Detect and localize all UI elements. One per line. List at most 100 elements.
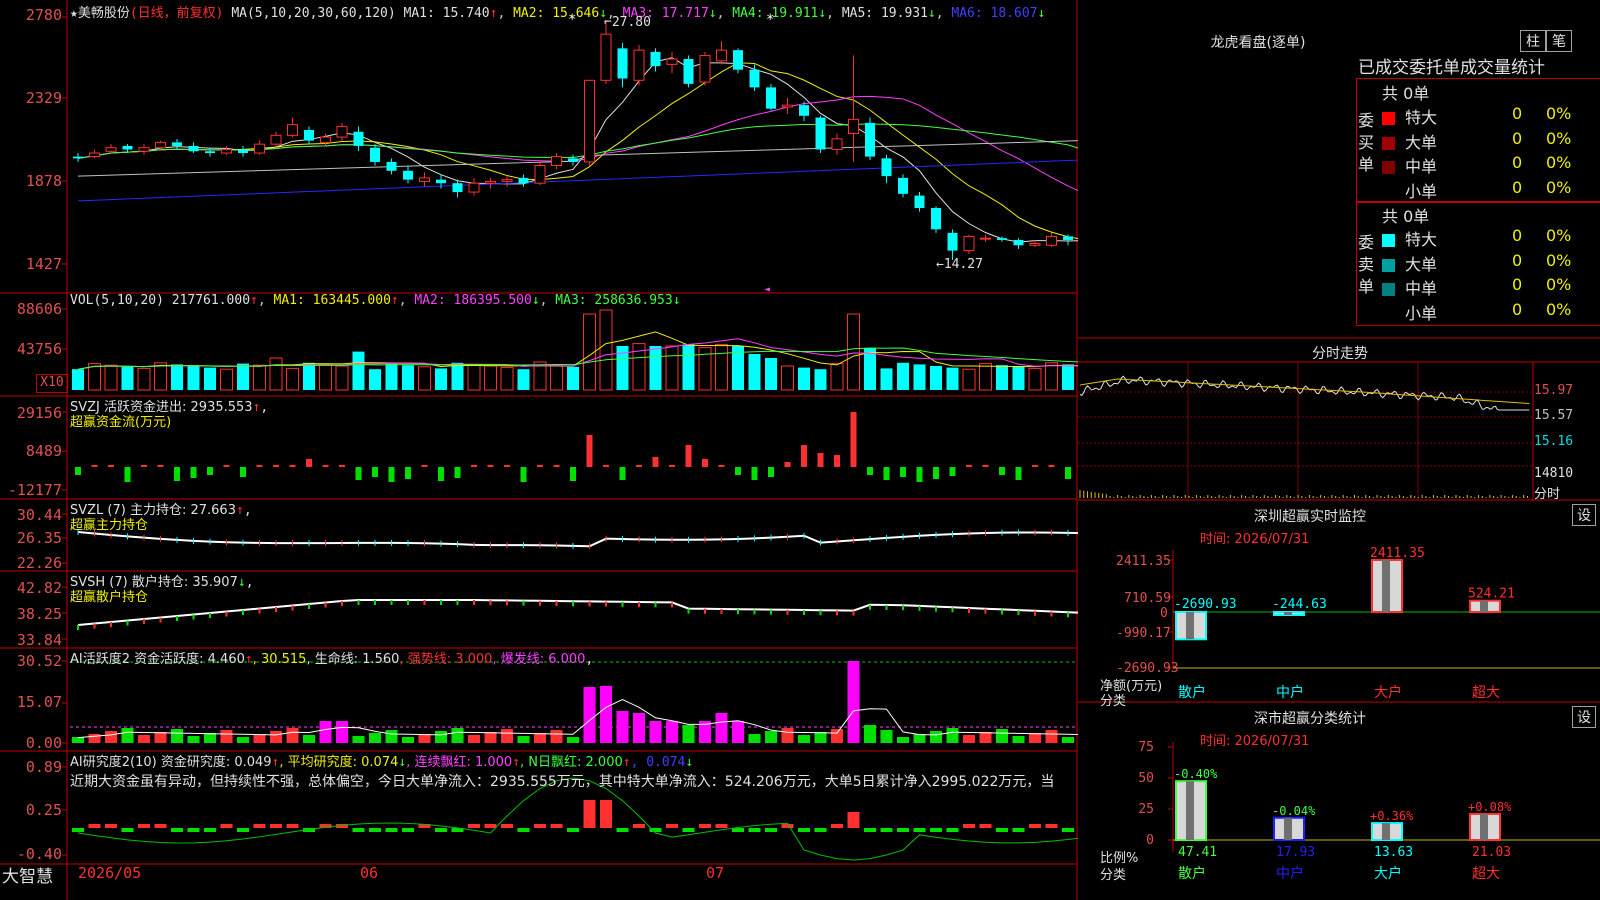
ss-settings-button[interactable]: 设 — [1572, 706, 1596, 728]
candle-body — [254, 143, 265, 154]
volume-bar — [385, 363, 398, 390]
volume-bar — [550, 364, 563, 391]
order-size-count: 0 — [1512, 226, 1523, 245]
ai2-header: AI研究度2(10) 资金研究度: 0.049 ↑ , 平均研究度: 0.074 ↓,… — [70, 751, 693, 770]
ss-ratio-bar — [1175, 780, 1207, 842]
ss-ratio-bar — [1273, 816, 1305, 841]
ai1-arrow: ↑ — [244, 652, 253, 667]
ss-ratio-bar — [1469, 812, 1501, 841]
volume-bar — [979, 363, 992, 391]
order-size-name: 小单 — [1405, 303, 1438, 323]
svzl-axis-label: 22.26 — [16, 554, 62, 572]
research-bar — [1029, 824, 1041, 828]
buy-side-label: 委买单 — [1358, 111, 1375, 174]
ss-value-label: 13.63 — [1374, 845, 1413, 860]
flow-bar — [1015, 467, 1022, 480]
period-mode[interactable]: (日线，前复权) — [130, 6, 224, 21]
vol-ma1-arrow: ↑ — [390, 293, 399, 308]
intraday-price-label: 15.97 — [1534, 383, 1574, 398]
order-size-name: 大单 — [1405, 254, 1438, 274]
vol-ma2: MA2: 186395.500 — [414, 293, 532, 308]
ma4-value: MA4: 19.911 — [732, 6, 819, 21]
activity-bar — [550, 730, 563, 743]
ai2-v5: , 0.074 — [630, 755, 686, 770]
ss-axis-label: 25 — [1138, 802, 1154, 817]
volume-bar — [897, 362, 909, 390]
activity-bar — [352, 736, 365, 743]
flow-bar — [702, 459, 708, 467]
stock-name[interactable]: ★美畅股份 — [70, 6, 130, 21]
intraday-price-line — [1079, 375, 1530, 411]
order-size-percent: 0% — [1546, 275, 1572, 294]
flow-bar — [256, 465, 263, 467]
flow-bar — [537, 465, 543, 467]
volume-bar — [303, 362, 315, 390]
sz-settings-button[interactable]: 设 — [1572, 504, 1596, 526]
ss-stats-time: 时间: 2026/07/31 — [1200, 734, 1310, 749]
candle-body — [436, 179, 446, 184]
research-bar — [1062, 828, 1074, 832]
activity-bar — [385, 730, 398, 743]
volume-bar — [946, 367, 959, 390]
candle-body — [122, 145, 133, 150]
ss-ratio-bar-shade — [1382, 823, 1390, 840]
volume-bar — [104, 364, 118, 391]
volume-bar — [599, 309, 613, 391]
order-size-name: 特大 — [1405, 108, 1438, 127]
volume-bar — [996, 365, 1008, 390]
ai2-avg: , 平均研究度: 0.074 — [279, 755, 399, 770]
ma4-arrow: ↓ — [818, 6, 827, 21]
activity-bar — [187, 736, 200, 743]
candle-body — [931, 208, 941, 230]
ss-delta-label: -0.04% — [1272, 804, 1316, 818]
volume-bar — [765, 358, 777, 390]
research-bar — [748, 828, 761, 832]
sz-axis-label: 710.59 — [1124, 591, 1171, 606]
activity-bar — [913, 734, 926, 743]
order-size-count: 0 — [1512, 153, 1523, 172]
research-bar — [121, 828, 134, 832]
volume-bar — [269, 357, 283, 391]
volume-bar — [1028, 367, 1042, 391]
flow-bar — [867, 467, 873, 475]
flow-bar — [223, 465, 230, 467]
candle-body — [997, 238, 1007, 240]
candle-body — [898, 177, 908, 194]
main-header: ★美畅股份(日线，前复权) MA(5,10,20,30,60,120) MA1:… — [70, 6, 1046, 21]
candle-body — [683, 59, 694, 84]
research-bar — [814, 828, 827, 832]
flow-bar — [471, 465, 477, 467]
lhb-title: 龙虎看盘(逐单) — [1210, 35, 1306, 51]
vol-ma10-line — [77, 338, 1078, 370]
bar-mode-button[interactable]: 柱 — [1520, 30, 1546, 52]
tick-mode-button[interactable]: 笔 — [1546, 30, 1572, 52]
candle-body — [551, 156, 562, 166]
price-axis-label: 1878 — [25, 172, 62, 190]
research-bar — [798, 828, 810, 832]
flow-bar — [603, 465, 609, 467]
ai1-tail: , — [585, 652, 594, 667]
ss-xlabel: 分类 — [1100, 868, 1127, 883]
date-axis-label: 06 — [360, 864, 379, 882]
candle-body — [501, 179, 513, 182]
volume-bar — [1012, 366, 1025, 390]
activity-bar — [930, 731, 942, 743]
intraday-title: 分时走势 — [1312, 346, 1368, 362]
research-bar — [72, 828, 84, 832]
candle-body — [980, 237, 991, 240]
intraday-price-label: 15.57 — [1534, 408, 1574, 423]
candle-body — [848, 118, 859, 135]
flow-bar — [174, 467, 180, 481]
volume-bar — [880, 368, 893, 390]
vol-params: VOL(5,10,20) — [70, 293, 164, 308]
activity-bar — [105, 731, 117, 743]
svzl-axis-label: 26.35 — [16, 529, 62, 547]
candle-body — [782, 104, 793, 108]
research-bar — [765, 828, 777, 832]
flow-bar — [652, 457, 659, 467]
sz-axis-label: 0 — [1160, 606, 1168, 621]
ma60-line — [77, 140, 1078, 177]
activity-bar — [897, 737, 909, 743]
activity-bar — [336, 721, 348, 743]
sz-net-value: 524.21 — [1468, 587, 1515, 602]
